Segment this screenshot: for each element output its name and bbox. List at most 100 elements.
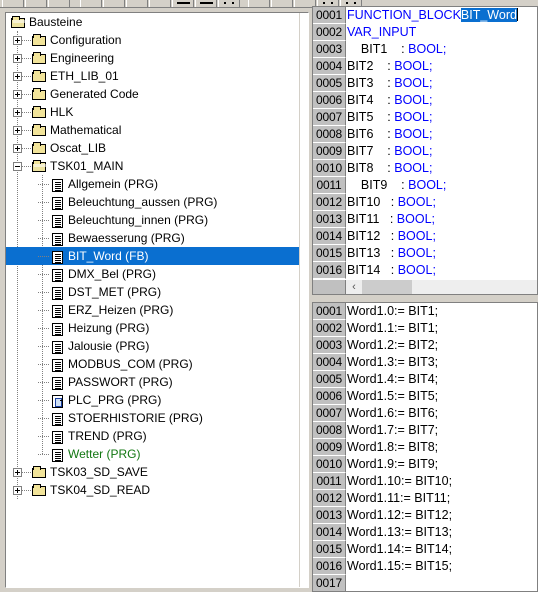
code-line[interactable]: 0012 Word1.11:= BIT11; (313, 490, 537, 507)
tree-item-hlk[interactable]: HLK (6, 103, 300, 121)
tree-item-dst-met-prg[interactable]: DST_MET (PRG) (6, 283, 300, 301)
code-line[interactable]: 0011 Word1.10:= BIT10; (313, 473, 537, 490)
body-code-lines[interactable]: 0001 Word1.0:= BIT1; 0002 Word1.1:= BIT1; 00… (313, 303, 537, 591)
code-line[interactable]: 0010 Word1.9:= BIT9; (313, 456, 537, 473)
code-text[interactable] (346, 575, 537, 591)
code-line[interactable]: 0006 Word1.5:= BIT5; (313, 388, 537, 405)
code-line[interactable]: 0016 BIT14 : BOOL; (313, 262, 537, 279)
tree-item-jalousie-prg[interactable]: Jalousie (PRG) (6, 337, 300, 355)
code-line[interactable]: 0003 Word1.2:= BIT2; (313, 337, 537, 354)
code-line[interactable]: 0003 BIT1 : BOOL; (313, 41, 537, 58)
code-text[interactable]: FUNCTION_BLOCKBIT_Word (346, 7, 537, 24)
tree-item-heizung-prg[interactable]: Heizung (PRG) (6, 319, 300, 337)
expand-plus-icon[interactable] (13, 143, 22, 153)
code-text[interactable]: BIT8 : BOOL; (346, 160, 537, 177)
scrollbar-track[interactable] (412, 280, 537, 294)
code-text[interactable]: BIT2 : BOOL; (346, 58, 537, 75)
code-line[interactable]: 0004 Word1.3:= BIT3; (313, 354, 537, 371)
code-text[interactable]: Word1.3:= BIT3; (346, 354, 537, 371)
tree-item-stoerhistorie-prg[interactable]: STOERHISTORIE (PRG) (6, 409, 300, 427)
code-line[interactable]: 0015 BIT13 : BOOL; (313, 245, 537, 262)
code-line[interactable]: 0016 Word1.15:= BIT15; (313, 558, 537, 575)
tree-item-allgemein-prg[interactable]: Allgemein (PRG) (6, 175, 300, 193)
code-text[interactable]: BIT6 : BOOL; (346, 126, 537, 143)
code-text[interactable]: Word1.2:= BIT2; (346, 337, 537, 354)
tree-item-engineering[interactable]: Engineering (6, 49, 300, 67)
code-line[interactable]: 0012 BIT10 : BOOL; (313, 194, 537, 211)
code-text[interactable]: Word1.0:= BIT1; (346, 303, 537, 320)
expand-plus-icon[interactable] (13, 53, 22, 63)
scroll-left-arrow-icon[interactable]: ‹ (346, 280, 362, 294)
scrollbar-thumb[interactable] (362, 280, 412, 294)
tree-item-passwort-prg[interactable]: PASSWORT (PRG) (6, 373, 300, 391)
tree-vertical-scrollbar[interactable] (299, 13, 308, 587)
declaration-code-lines[interactable]: 0001 FUNCTION_BLOCKBIT_Word 0002 VAR_INPUT 0… (313, 7, 537, 294)
expand-plus-icon[interactable] (13, 467, 22, 477)
code-text[interactable]: BIT12 : BOOL; (346, 228, 537, 245)
code-text[interactable]: BIT14 : BOOL; (346, 262, 537, 279)
code-line[interactable]: 0002 VAR_INPUT (313, 24, 537, 41)
expand-plus-icon[interactable] (13, 71, 22, 81)
declaration-horizontal-scrollbar[interactable]: ‹ (313, 279, 537, 294)
code-line[interactable]: 0008 BIT6 : BOOL; (313, 126, 537, 143)
code-text[interactable]: Word1.5:= BIT5; (346, 388, 537, 405)
tree-item-generated-code[interactable]: Generated Code (6, 85, 300, 103)
code-line[interactable]: 0010 BIT8 : BOOL; (313, 160, 537, 177)
code-text[interactable]: BIT9 : BOOL; (346, 177, 537, 194)
expand-plus-icon[interactable] (13, 107, 22, 117)
tree-item-trend-prg[interactable]: TREND (PRG) (6, 427, 300, 445)
code-text[interactable]: Word1.1:= BIT1; (346, 320, 537, 337)
code-line[interactable]: 0007 Word1.6:= BIT6; (313, 405, 537, 422)
code-line[interactable]: 0014 Word1.13:= BIT13; (313, 524, 537, 541)
code-line[interactable]: 0013 Word1.12:= BIT12; (313, 507, 537, 524)
code-text[interactable]: BIT4 : BOOL; (346, 92, 537, 109)
code-text[interactable]: BIT5 : BOOL; (346, 109, 537, 126)
code-text[interactable]: Word1.12:= BIT12; (346, 507, 537, 524)
code-text[interactable]: Word1.4:= BIT4; (346, 371, 537, 388)
expand-plus-icon[interactable] (13, 125, 22, 135)
tree-item-plc-prg-prg[interactable]: PLC_PRG (PRG) (6, 391, 300, 409)
code-line[interactable]: 0002 Word1.1:= BIT1; (313, 320, 537, 337)
tree-item-erz-heizen-prg[interactable]: ERZ_Heizen (PRG) (6, 301, 300, 319)
code-text[interactable]: Word1.13:= BIT13; (346, 524, 537, 541)
expand-plus-icon[interactable] (13, 35, 22, 45)
tree-item-beleuchtung-aussen-prg[interactable]: Beleuchtung_aussen (PRG) (6, 193, 300, 211)
code-line[interactable]: 0015 Word1.14:= BIT14; (313, 541, 537, 558)
tree-item-modbus-com-prg[interactable]: MODBUS_COM (PRG) (6, 355, 300, 373)
code-text[interactable]: BIT1 : BOOL; (346, 41, 537, 58)
code-text[interactable]: BIT10 : BOOL; (346, 194, 537, 211)
code-line[interactable]: 0006 BIT4 : BOOL; (313, 92, 537, 109)
code-text[interactable]: VAR_INPUT (346, 24, 537, 41)
code-line[interactable]: 0009 BIT7 : BOOL; (313, 143, 537, 160)
code-line[interactable]: 0009 Word1.8:= BIT8; (313, 439, 537, 456)
code-line[interactable]: 0011 BIT9 : BOOL; (313, 177, 537, 194)
tree-item-configuration[interactable]: Configuration (6, 31, 300, 49)
body-editor-pane[interactable]: 0001 Word1.0:= BIT1; 0002 Word1.1:= BIT1; 00… (312, 302, 538, 592)
code-line[interactable]: 0004 BIT2 : BOOL; (313, 58, 537, 75)
tree-item-dmx-bel-prg[interactable]: DMX_Bel (PRG) (6, 265, 300, 283)
code-text[interactable]: Word1.15:= BIT15; (346, 558, 537, 575)
tree-item-bausteine[interactable]: Bausteine (6, 13, 300, 31)
tree-item-oscat-lib[interactable]: Oscat_LIB (6, 139, 300, 157)
code-text[interactable]: Word1.6:= BIT6; (346, 405, 537, 422)
tree-item-eth-lib-01[interactable]: ETH_LIB_01 (6, 67, 300, 85)
expand-plus-icon[interactable] (13, 89, 22, 99)
tree-item-bit-word-fb[interactable]: BIT_Word (FB) (6, 247, 300, 265)
code-line[interactable]: 0001 Word1.0:= BIT1; (313, 303, 537, 320)
declaration-editor-pane[interactable]: 0001 FUNCTION_BLOCKBIT_Word 0002 VAR_INPUT 0… (312, 6, 538, 295)
code-line[interactable]: 0005 Word1.4:= BIT4; (313, 371, 537, 388)
code-line[interactable]: 0017 (313, 575, 537, 591)
tree-item-tsk04-sd-read[interactable]: TSK04_SD_READ (6, 481, 300, 499)
code-text[interactable]: Word1.14:= BIT14; (346, 541, 537, 558)
code-text[interactable]: BIT13 : BOOL; (346, 245, 537, 262)
code-text[interactable]: BIT7 : BOOL; (346, 143, 537, 160)
tree-item-wetter-prg[interactable]: Wetter (PRG) (6, 445, 300, 463)
code-line[interactable]: 0005 BIT3 : BOOL; (313, 75, 537, 92)
object-tree[interactable]: Bausteine Configuration Engineering ETH_LIB… (6, 13, 300, 587)
code-line[interactable]: 0008 Word1.7:= BIT7; (313, 422, 537, 439)
code-text[interactable]: BIT3 : BOOL; (346, 75, 537, 92)
code-text[interactable]: Word1.8:= BIT8; (346, 439, 537, 456)
code-text[interactable]: BIT11 : BOOL; (346, 211, 537, 228)
tree-item-tsk01-main[interactable]: TSK01_MAIN (6, 157, 300, 175)
tree-item-bewaesserung-prg[interactable]: Bewaesserung (PRG) (6, 229, 300, 247)
